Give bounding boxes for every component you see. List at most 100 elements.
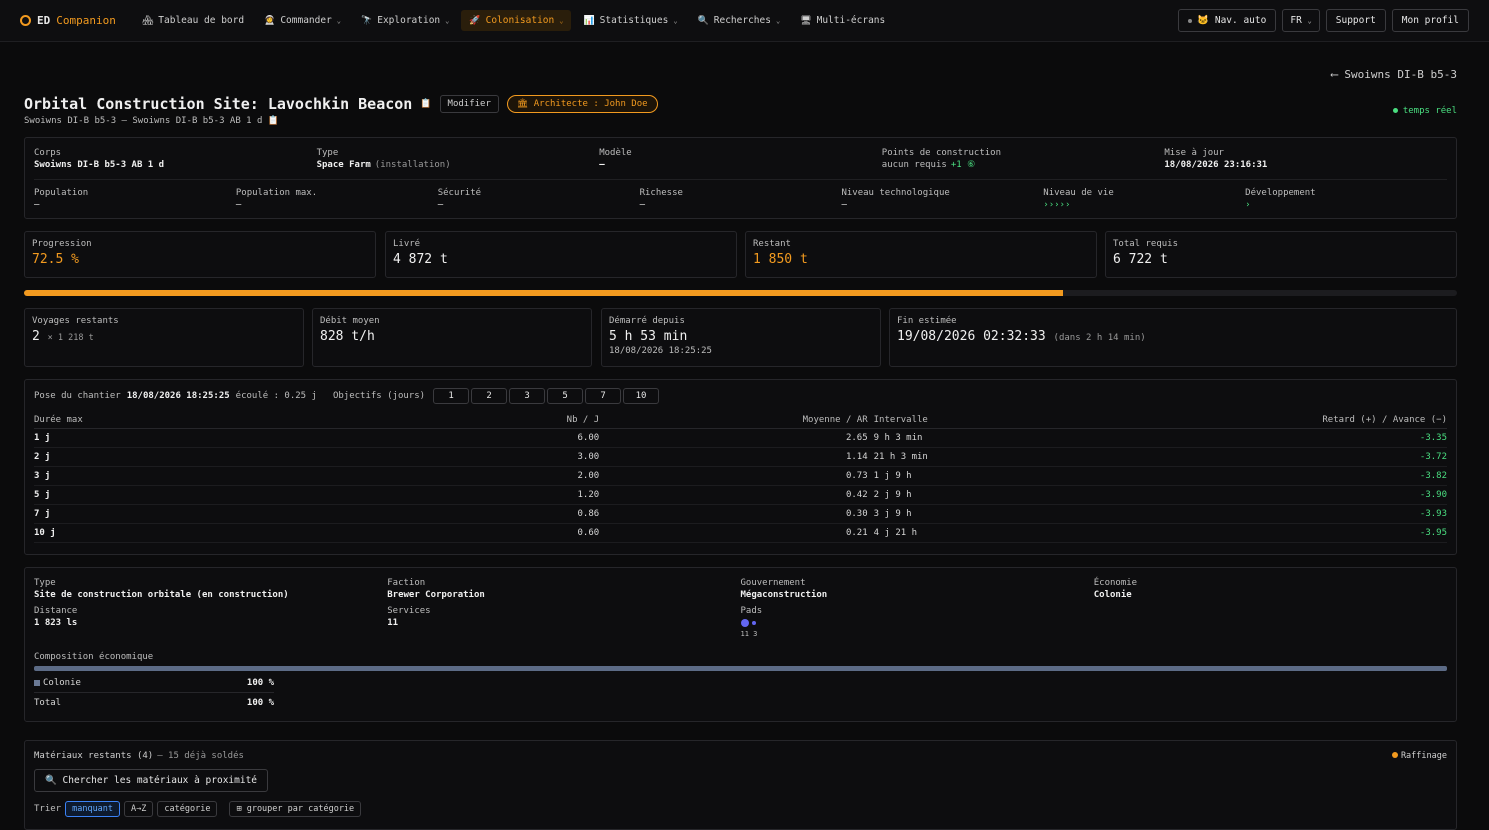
objective-button-5[interactable]: 5 [547, 388, 584, 404]
table-cell: 0.73 [599, 466, 868, 486]
stat-card-1: Livré 4 872 t [385, 231, 737, 278]
info-field: Niveau technologique — [841, 188, 1043, 210]
info-label: Points de construction [881, 148, 1001, 158]
nav-item-statistiques[interactable]: 📊 Statistiques ⌄ [575, 10, 685, 31]
search-nearby-button[interactable]: 🔍 Chercher les matériaux à proximité [34, 769, 269, 792]
exploration-icon: 🔭 [361, 15, 373, 26]
table-row: 3 j 2.00 0.73 1 j 9 h -3.82 [34, 466, 1447, 486]
info-value: — [599, 160, 882, 170]
table-cell: 10 j [34, 523, 430, 543]
info-label: Type [316, 148, 339, 158]
legend-swatch-icon [34, 679, 40, 686]
info-value: Swoiwns DI-B b5-3 AB 1 d [34, 160, 317, 170]
language-select[interactable]: FR ⌄ [1282, 9, 1320, 32]
info-value-main: aucun requis [881, 160, 947, 170]
info-value-extra: (installation) [374, 160, 451, 170]
refining-label: Raffinage [1400, 751, 1447, 761]
voyages-extra: × 1 218 t [47, 333, 94, 343]
table-cell: 1.14 [599, 447, 868, 467]
objective-button-10[interactable]: 10 [623, 388, 660, 404]
station-value: 11 [387, 618, 399, 628]
info-row-1: Corps Swoiwns DI-B b5-3 AB 1 d Type Space F… [34, 148, 1447, 170]
table-cell: 21 h 3 min [867, 447, 1193, 467]
info-field: Corps Swoiwns DI-B b5-3 AB 1 d [34, 148, 317, 170]
composition-total: Total 100 % [34, 698, 274, 708]
sort-option-1[interactable]: A→Z [124, 801, 154, 817]
table-cell: 9 h 3 min [867, 428, 1193, 448]
composition-pct: 100 % [246, 678, 274, 688]
nav-item-label: Tableau de bord [158, 15, 245, 26]
info-value: 18/08/2026 23:16:31 [1164, 160, 1447, 170]
materials-solded: — 15 déjà soldés [157, 751, 244, 761]
started-date: 18/08/2026 18:25:25 [609, 346, 712, 356]
nav-item-label: Commander [280, 15, 332, 26]
nav-item-commander[interactable]: 👩‍🚀 Commander ⌄ [256, 10, 349, 31]
composition-list: Colonie 100 % [34, 676, 274, 693]
statistiques-icon: 📊 [583, 15, 595, 26]
nav-auto-button[interactable]: 🐱 Nav. auto [1178, 9, 1277, 32]
end-value: 19/08/2026 02:32:33 [897, 329, 1046, 344]
table-row: 2 j 3.00 1.14 21 h 3 min -3.72 [34, 447, 1447, 467]
live-dot-icon [1392, 108, 1398, 113]
group-by-category-toggle[interactable]: ⊞ grouper par catégorie [229, 801, 362, 817]
station-value: Colonie [1093, 590, 1132, 600]
station-value: Site de construction orbitale (en constr… [34, 590, 289, 600]
info-field: Points de construction aucun requis +1 ⑥ [882, 148, 1165, 170]
profile-button[interactable]: Mon profil [1391, 9, 1469, 32]
info-label: Développement [1245, 188, 1316, 198]
info-field: Population — [34, 188, 236, 210]
nav-item-exploration[interactable]: 🔭 Exploration ⌄ [353, 10, 457, 31]
elapsed-label: écoulé : 0.25 j [235, 391, 317, 401]
table-cell: -3.90 [1192, 485, 1447, 505]
nav-item-tableau-de-bord[interactable]: 🏘 Tableau de bord [134, 10, 252, 31]
debit-label: Débit moyen [320, 316, 380, 326]
stat-label: Total requis [1113, 239, 1179, 249]
architect-badge[interactable]: 🏛 Architecte : John Doe [506, 95, 658, 113]
debit-card: Débit moyen 828 t/h [312, 308, 592, 367]
tableau-de-bord-icon: 🏘 [141, 15, 154, 26]
table-cell: 5 j [34, 485, 430, 505]
total-label: Total [34, 698, 62, 708]
edit-button[interactable]: Modifier [439, 95, 499, 113]
chevron-down-icon: ⌄ [336, 16, 342, 25]
brand-logo[interactable]: ED Companion [20, 14, 116, 27]
stat-value: 6 722 t [1113, 252, 1168, 267]
page-title: Orbital Construction Site: Lavochkin Bea… [24, 95, 413, 113]
support-button[interactable]: Support [1325, 9, 1386, 32]
copy-icon[interactable]: 📋 [420, 99, 431, 109]
voyages-value: 2 [32, 329, 40, 344]
end-label: Fin estimée [897, 316, 957, 326]
chevron-down-icon: ⌄ [775, 16, 781, 25]
objective-button-1[interactable]: 1 [433, 388, 470, 404]
back-link[interactable]: ⟵ Swoiwns DI-B b5-3 [1331, 68, 1457, 81]
station-field: Distance 1 823 ls [34, 606, 387, 638]
table-cell: 7 j [34, 504, 430, 524]
table-cell: 2 j [34, 447, 430, 467]
materials-card: Matériaux restants (4) — 15 déjà soldés … [24, 740, 1457, 830]
objective-button-3[interactable]: 3 [509, 388, 546, 404]
table-cell: 0.60 [429, 523, 600, 543]
objective-button-2[interactable]: 2 [471, 388, 508, 404]
station-label: Économie [1093, 578, 1138, 588]
table-row: 7 j 0.86 0.30 3 j 9 h -3.93 [34, 504, 1447, 524]
chevron-down-icon: ⌄ [559, 16, 564, 25]
station-field: Faction Brewer Corporation [387, 578, 740, 600]
stat-card-3: Total requis 6 722 t [1105, 231, 1457, 278]
nav-item-recherches[interactable]: 🔍 Recherches ⌄ [690, 10, 789, 31]
info-value: — [639, 200, 645, 210]
sort-option-0[interactable]: manquant [65, 801, 121, 817]
station-field: Gouvernement Mégaconstruction [741, 578, 1094, 600]
info-field: Modèle — [599, 148, 882, 170]
info-value: — [34, 200, 40, 210]
nav-item-multi-crans[interactable]: 🖥 Multi-écrans [792, 10, 893, 31]
info-value: — [841, 200, 847, 210]
cat-icon: 🐱 [1197, 15, 1210, 26]
progress-fill [24, 290, 1063, 296]
recherches-icon: 🔍 [697, 15, 709, 26]
progress-bar [24, 290, 1457, 296]
nav-item-colonisation[interactable]: 🚀 Colonisation ⌄ [461, 10, 572, 31]
status-dot-icon [1188, 18, 1193, 23]
sort-option-2[interactable]: catégorie [157, 801, 218, 817]
objective-button-7[interactable]: 7 [585, 388, 622, 404]
info-value: — [235, 200, 242, 210]
